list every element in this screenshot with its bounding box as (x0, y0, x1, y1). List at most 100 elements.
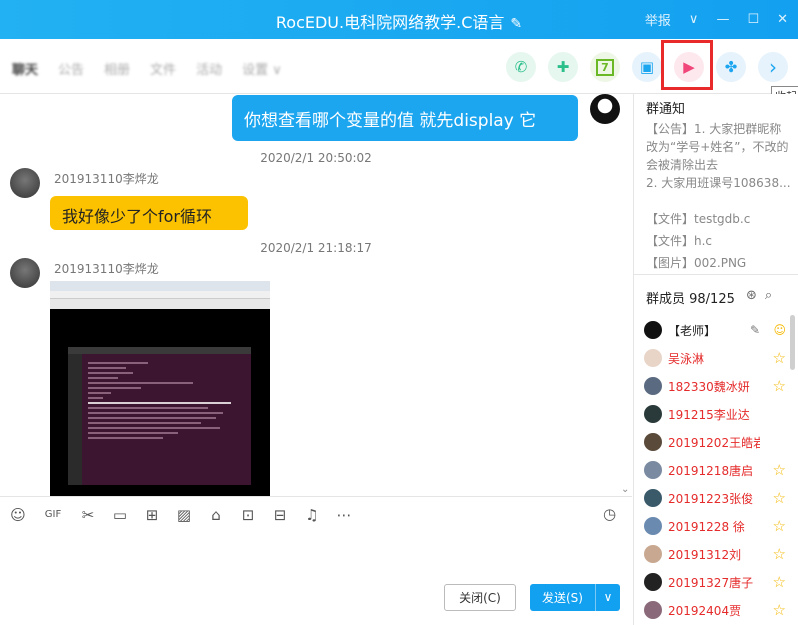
close-chat-button[interactable]: 关闭(C) (444, 584, 516, 611)
list-item[interactable]: 20191223张俊 ☆ (644, 484, 796, 512)
member-name: 20191327唐子 (668, 575, 754, 590)
timestamp: 2020/2/1 21:18:17 (260, 241, 372, 255)
list-item[interactable]: 吴泳淋 ☆ (644, 344, 796, 372)
avatar (644, 321, 662, 339)
file-list: 【文件】testgdb.c 【文件】h.c 【图片】002.PNG (646, 208, 750, 274)
star-icon: ☆ (772, 517, 786, 535)
star-icon: ☆ (772, 377, 786, 395)
file-item[interactable]: 【文件】h.c (646, 230, 750, 252)
list-item[interactable]: 20191202王皓岩 (644, 428, 796, 456)
member-list: 【老师】 ✎ ☺ 吴泳淋 ☆ 182330魏冰妍 ☆ 191215李业达 2019120… (644, 316, 796, 624)
add-chat-icon[interactable]: ✚ (548, 52, 578, 82)
list-item[interactable]: 191215李业达 (644, 400, 796, 428)
member-name: 20191312刘 (668, 547, 742, 562)
member-name: 191215李业达 (668, 407, 750, 422)
member-name: 20191223张俊 (668, 491, 754, 506)
tab-files[interactable]: 文件 (150, 59, 176, 78)
tab-notice[interactable]: 公告 (58, 59, 84, 78)
phone-glyph: ✆ (514, 58, 528, 76)
file-item[interactable]: 【图片】002.PNG (646, 252, 750, 274)
apps-icon[interactable]: ✤ (716, 52, 746, 82)
avatar (644, 489, 662, 507)
edit-title-icon[interactable]: ✎ (510, 16, 522, 32)
member-name: 20191218唐启 (668, 463, 754, 478)
sender-avatar[interactable] (10, 168, 40, 198)
list-item[interactable]: 20191327唐子 ☆ (644, 568, 796, 596)
screenshot-toolbar (50, 299, 270, 309)
minimize-button[interactable]: — (716, 12, 729, 27)
emoji-icon[interactable]: ☺ (8, 506, 28, 524)
tab-activity[interactable]: 活动 (196, 59, 222, 78)
timestamp: 2020/2/1 20:50:02 (260, 151, 372, 165)
tab-settings[interactable]: 设置 ∨ (242, 59, 282, 78)
list-item[interactable]: 20191312刘 ☆ (644, 540, 796, 568)
avatar (644, 405, 662, 423)
notice-content[interactable]: 【公告】1. 大家把群昵称改为“学号+姓名”，不改的会被清除出去 2. 大家用班… (646, 120, 792, 192)
files-icon[interactable]: ⊞ (142, 506, 162, 524)
list-item[interactable]: 182330魏冰妍 ☆ (644, 372, 796, 400)
list-item[interactable]: 20191228 徐 ☆ (644, 512, 796, 540)
avatar (644, 377, 662, 395)
scroll-down-icon[interactable]: ⌄ (621, 484, 629, 495)
member-name: 182330魏冰妍 (668, 379, 750, 394)
list-item[interactable]: 20192404贾 ☆ (644, 596, 796, 624)
gift-icon[interactable]: ⊡ (238, 506, 258, 524)
list-item[interactable]: 【老师】 ✎ ☺ (644, 316, 796, 344)
member-name: 【老师】 (668, 323, 717, 338)
star-icon: ☆ (772, 601, 786, 619)
sender-name: 201913110李烨龙 (54, 262, 159, 276)
send-label[interactable]: 发送(S) (530, 589, 595, 606)
notice-line: 【公告】1. 大家把群昵称改为“学号+姓名”，不改的会被清除出去 (646, 122, 789, 172)
shop-icon[interactable]: ⌂ (206, 506, 226, 524)
title-bar: RocEDU.电科院网络教学.C语言 ✎ 举报 ∨ — ☐ ✕ (0, 0, 798, 39)
collapse-panel-icon[interactable]: › (758, 52, 788, 82)
sender-avatar[interactable] (10, 258, 40, 288)
highlight-box (661, 40, 713, 90)
dropdown-chevron-icon[interactable]: ∨ (689, 12, 699, 27)
document-icon[interactable]: ⊟ (270, 506, 290, 524)
image-glyph: ▣ (639, 58, 655, 76)
chat-area[interactable]: 你想查看哪个变量的值 就先display 它 2020/2/1 20:50:02… (0, 94, 632, 496)
history-clock-icon[interactable]: ◷ (603, 505, 616, 523)
file-item[interactable]: 【文件】testgdb.c (646, 208, 750, 230)
member-name: 20191202王皓岩 (668, 435, 760, 450)
scissors-icon[interactable]: ✂ (78, 506, 98, 524)
group-sidebar: 群通知 【公告】1. 大家把群昵称改为“学号+姓名”，不改的会被清除出去 2. … (633, 94, 798, 625)
member-filter-icon[interactable]: ⊛ (746, 288, 757, 303)
input-toolbar: ☺ GIF ✂ ▭ ⊞ ▨ ⌂ ⊡ ⊟ ♫ ⋯ (0, 496, 632, 532)
screenshot-image[interactable] (50, 281, 270, 496)
avatar (644, 349, 662, 367)
tabs: 聊天 公告 相册 文件 活动 设置 ∨ (12, 59, 282, 78)
folder-icon[interactable]: ▭ (110, 506, 130, 524)
bell-icon[interactable]: ♫ (302, 506, 322, 524)
sender-name: 201913110李烨龙 (54, 172, 159, 186)
screenshot-terminal (68, 347, 251, 485)
search-icon[interactable]: ⌕ (765, 288, 772, 303)
divider (634, 274, 798, 275)
edit-icon[interactable]: ✎ (750, 323, 760, 337)
phone-call-icon[interactable]: ✆ (506, 52, 536, 82)
star-icon: ☆ (772, 461, 786, 479)
collapse-glyph: › (769, 55, 777, 79)
avatar (644, 573, 662, 591)
members-tools: ⊛ ⌕ (746, 288, 772, 303)
image-icon[interactable]: ▣ (632, 52, 662, 82)
members-title: 群成员 98/125 (646, 292, 735, 307)
send-options-chevron-icon[interactable]: ∨ (595, 584, 620, 611)
tab-chat[interactable]: 聊天 (12, 59, 38, 78)
message-bubble: 我好像少了个for循环 (50, 196, 248, 230)
send-button[interactable]: 发送(S) ∨ (530, 584, 620, 611)
add-chat-glyph: ✚ (556, 58, 570, 76)
picture-icon[interactable]: ▨ (174, 506, 194, 524)
sidebar-scrollbar[interactable] (790, 315, 795, 370)
tab-album[interactable]: 相册 (104, 59, 130, 78)
list-item[interactable]: 20191218唐启 ☆ (644, 456, 796, 484)
report-button[interactable]: 举报 (645, 10, 671, 29)
my-avatar[interactable] (590, 94, 620, 124)
more-icon[interactable]: ⋯ (334, 506, 354, 524)
calendar-icon[interactable]: 7 (590, 52, 620, 82)
close-button[interactable]: ✕ (777, 12, 788, 27)
gif-icon[interactable]: GIF (40, 509, 66, 520)
maximize-button[interactable]: ☐ (747, 12, 759, 27)
my-message-bubble: 你想查看哪个变量的值 就先display 它 (232, 95, 578, 141)
